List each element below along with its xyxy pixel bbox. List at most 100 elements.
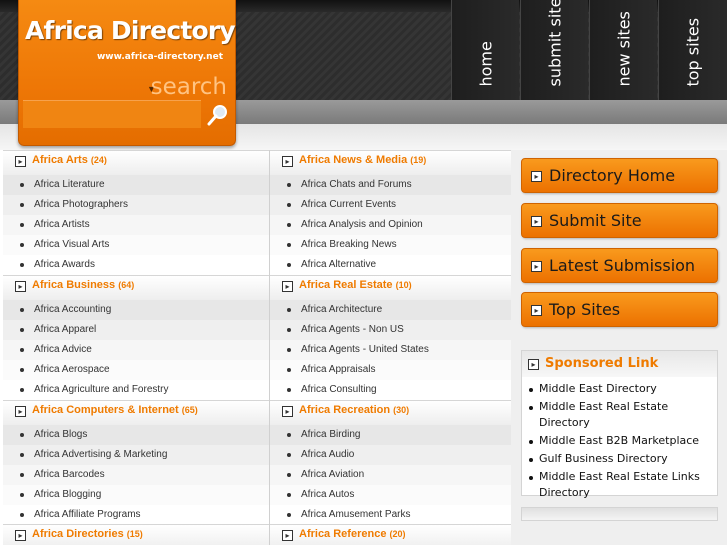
bullet-icon xyxy=(287,223,291,227)
subcategory-link[interactable]: Africa Birding xyxy=(270,425,536,445)
expand-box-icon: ▸ xyxy=(528,359,539,370)
bullet-icon xyxy=(20,263,24,267)
subcategory-link[interactable]: Africa Audio xyxy=(270,445,536,465)
category-block: ▸ Africa News & Media (19) Africa Chats … xyxy=(270,150,536,275)
subcategory-link[interactable]: Africa Alternative xyxy=(270,255,536,275)
sidebar: ▸ Directory Home ▸ Submit Site ▸ Latest … xyxy=(511,150,727,545)
subcategory-link[interactable]: Africa Accounting xyxy=(3,300,269,320)
category-link[interactable]: Africa Reference (20) xyxy=(299,528,406,540)
subcategory-link[interactable]: Africa Appraisals xyxy=(270,360,536,380)
logo-title[interactable]: Africa Directory xyxy=(25,16,236,45)
bullet-icon xyxy=(20,453,24,457)
subcategory-link[interactable]: Africa Literature xyxy=(3,175,269,195)
bullet-icon xyxy=(20,203,24,207)
subcategory-link[interactable]: Africa Agriculture and Forestry xyxy=(3,380,269,400)
nav-tab-new-sites[interactable]: new sites xyxy=(589,0,657,100)
category-header: ▸ Africa Recreation (30) xyxy=(270,400,536,425)
expand-box-icon: ▸ xyxy=(531,305,542,316)
search-label: search xyxy=(150,74,227,100)
subcategory-link[interactable]: Africa Breaking News xyxy=(270,235,536,255)
category-block: ▸ Africa Computers & Internet (65) Afric… xyxy=(3,400,269,525)
subcategory-link[interactable]: Africa Aviation xyxy=(270,465,536,485)
category-count: (24) xyxy=(90,155,107,165)
category-count: (64) xyxy=(118,280,135,290)
category-block: ▸ Africa Arts (24) Africa Literature Afr… xyxy=(3,150,269,275)
subcategory-link[interactable]: Africa Amusement Parks xyxy=(270,505,536,525)
bullet-icon xyxy=(287,368,291,372)
sponsored-title: Sponsored Link xyxy=(545,356,659,371)
subcategory-link[interactable]: Africa Chats and Forums xyxy=(270,175,536,195)
category-link[interactable]: Africa Real Estate (10) xyxy=(299,279,412,291)
bullet-icon xyxy=(20,183,24,187)
subcategory-link[interactable]: Africa Advice xyxy=(3,340,269,360)
category-block: ▸ Africa Reference (20) xyxy=(270,524,536,545)
bullet-icon xyxy=(287,493,291,497)
category-block: ▸ Africa Recreation (30) Africa Birding … xyxy=(270,400,536,525)
expand-box-icon: ▸ xyxy=(282,530,293,541)
search-input[interactable] xyxy=(23,100,201,128)
subcategory-link[interactable]: Africa Current Events xyxy=(270,195,536,215)
subcategory-link[interactable]: Africa Advertising & Marketing xyxy=(3,445,269,465)
nav-tab-submit-site[interactable]: submit site xyxy=(520,0,588,100)
subcategory-link[interactable]: Africa Autos xyxy=(270,485,536,505)
category-header: ▸ Africa Arts (24) xyxy=(3,150,269,175)
subcategory-link[interactable]: Africa Aerospace xyxy=(3,360,269,380)
logo-panel: Africa Directory www.africa-directory.ne… xyxy=(18,0,236,146)
subcategory-link[interactable]: Africa Barcodes xyxy=(3,465,269,485)
top-sites-button[interactable]: ▸ Top Sites xyxy=(521,292,718,327)
subcategory-link[interactable]: Africa Visual Arts xyxy=(3,235,269,255)
subcategory-link[interactable]: Africa Consulting xyxy=(270,380,536,400)
button-label: Directory Home xyxy=(549,166,676,185)
bullet-icon xyxy=(529,440,533,444)
subcategory-link[interactable]: Africa Awards xyxy=(3,255,269,275)
sponsored-link[interactable]: Middle East Real Estate Links Directory xyxy=(522,469,717,501)
bullet-icon xyxy=(20,513,24,517)
sponsored-link[interactable]: Middle East Directory xyxy=(522,381,717,397)
subcategory-link[interactable]: Africa Affiliate Programs xyxy=(3,505,269,525)
subcategory-link[interactable]: Africa Analysis and Opinion xyxy=(270,215,536,235)
expand-box-icon: ▸ xyxy=(15,156,26,167)
bullet-icon xyxy=(287,328,291,332)
submit-site-button[interactable]: ▸ Submit Site xyxy=(521,203,718,238)
category-count: (30) xyxy=(393,405,410,415)
bullet-icon xyxy=(20,433,24,437)
subcategory-link[interactable]: Africa Photographers xyxy=(3,195,269,215)
category-block: ▸ Africa Directories (15) xyxy=(3,524,269,545)
expand-box-icon: ▸ xyxy=(531,261,542,272)
category-link[interactable]: Africa Business (64) xyxy=(32,279,134,291)
nav-tab-label: submit site xyxy=(545,0,564,87)
subcategory-link[interactable]: Africa Agents - United States xyxy=(270,340,536,360)
bullet-icon xyxy=(20,223,24,227)
sponsored-link[interactable]: Middle East Real Estate Directory xyxy=(522,399,717,431)
sidebar-bottom-box xyxy=(521,507,718,521)
bullet-icon xyxy=(287,308,291,312)
nav-tab-home[interactable]: home xyxy=(451,0,519,100)
category-link[interactable]: Africa Arts (24) xyxy=(32,154,107,166)
subcategory-link[interactable]: Africa Agents - Non US xyxy=(270,320,536,340)
bullet-icon xyxy=(287,243,291,247)
subcategory-link[interactable]: Africa Artists xyxy=(3,215,269,235)
bullet-icon xyxy=(20,328,24,332)
search-button[interactable] xyxy=(205,102,231,128)
bullet-icon xyxy=(287,433,291,437)
subcategory-link[interactable]: Africa Blogging xyxy=(3,485,269,505)
sponsored-link[interactable]: Middle East B2B Marketplace xyxy=(522,433,717,449)
latest-submission-button[interactable]: ▸ Latest Submission xyxy=(521,248,718,283)
category-header: ▸ Africa Directories (15) xyxy=(3,524,269,545)
category-link[interactable]: Africa Recreation (30) xyxy=(299,404,409,416)
directory-home-button[interactable]: ▸ Directory Home xyxy=(521,158,718,193)
category-link[interactable]: Africa Directories (15) xyxy=(32,528,143,540)
category-link[interactable]: Africa News & Media (19) xyxy=(299,154,426,166)
category-link[interactable]: Africa Computers & Internet (65) xyxy=(32,404,198,416)
bullet-icon xyxy=(529,388,533,392)
category-header: ▸ Africa Reference (20) xyxy=(270,524,536,545)
subcategory-link[interactable]: Africa Architecture xyxy=(270,300,536,320)
subcategory-link[interactable]: Africa Blogs xyxy=(3,425,269,445)
expand-box-icon: ▸ xyxy=(15,281,26,292)
bullet-icon xyxy=(287,263,291,267)
subcategory-link[interactable]: Africa Apparel xyxy=(3,320,269,340)
nav-tab-top-sites[interactable]: top sites xyxy=(658,0,727,100)
sponsored-link[interactable]: Gulf Business Directory xyxy=(522,451,717,467)
bullet-icon xyxy=(287,348,291,352)
bullet-icon xyxy=(20,308,24,312)
